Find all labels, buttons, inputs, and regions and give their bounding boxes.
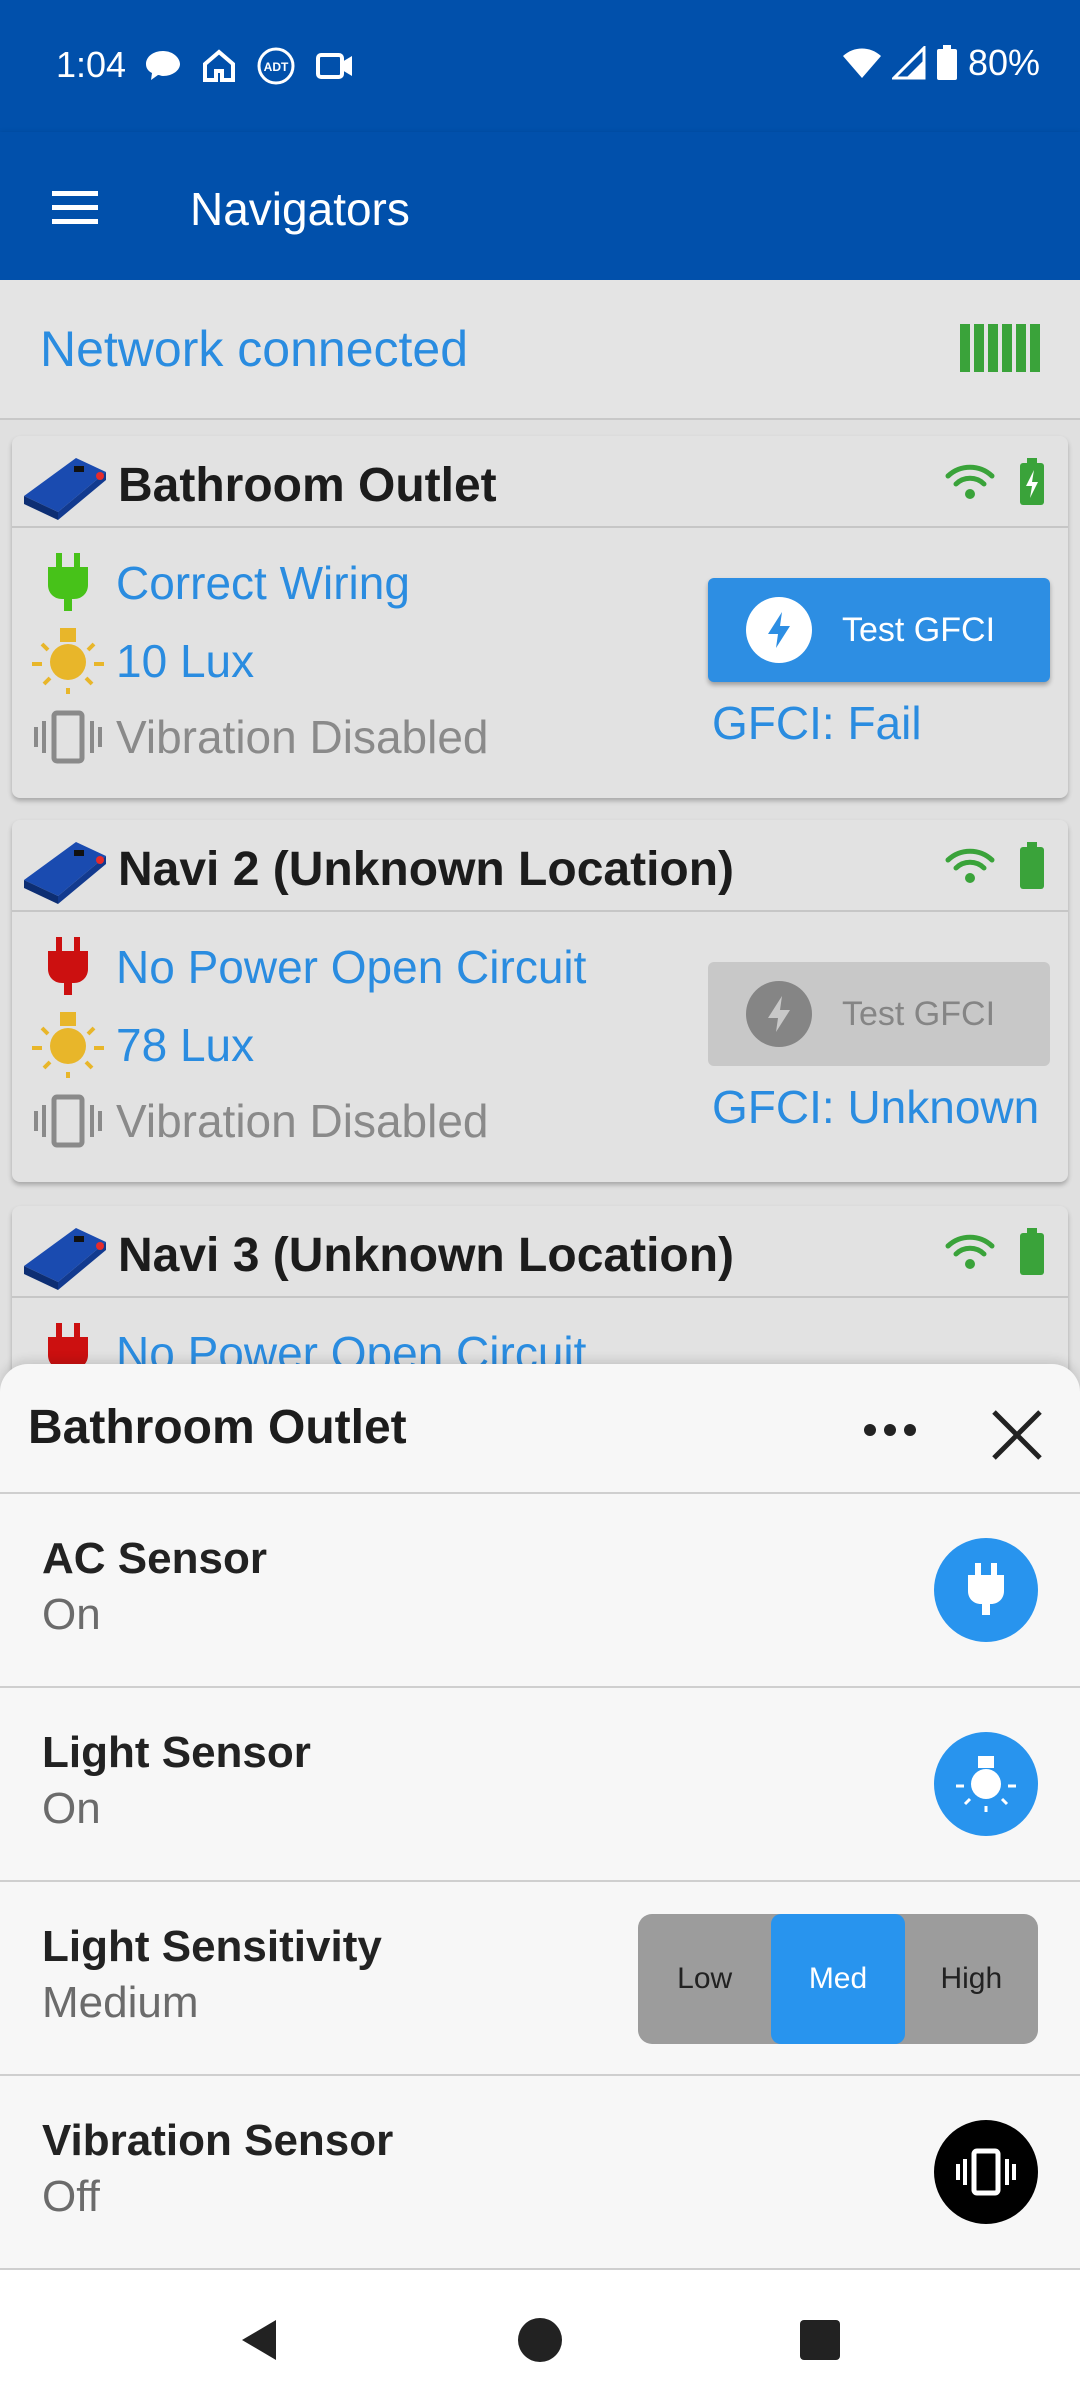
lightning-icon: [746, 597, 812, 663]
vibration-icon: [956, 2148, 1016, 2196]
network-status-banner: Network connected: [0, 280, 1080, 420]
status-time: 1:04: [56, 44, 127, 85]
vibration-icon: [28, 702, 108, 772]
wiring-status: No Power Open Circuit: [28, 932, 586, 1002]
signal-bars-icon: [960, 324, 1040, 372]
sensitivity-option-high[interactable]: High: [905, 1914, 1038, 2044]
status-bar: 1:04 ADT 80%: [0, 0, 1080, 132]
adt-icon: ADT: [257, 47, 295, 85]
page-title: Navigators: [190, 183, 410, 235]
cell-signal-icon: [891, 46, 926, 80]
svg-text:ADT: ADT: [264, 60, 289, 74]
wifi-icon: [842, 48, 881, 78]
device-settings-sheet: Bathroom Outlet AC Sensor On Light Senso…: [0, 1364, 1080, 2270]
light-sensitivity-row: Light Sensitivity Medium Low Med High: [0, 1882, 1080, 2076]
battery-charging-icon: [1020, 458, 1044, 505]
device-card-header: Bathroom Outlet: [12, 436, 1068, 528]
lux-reading: 10 Lux: [28, 626, 254, 696]
device-card-header: Navi 2 (Unknown Location): [12, 820, 1068, 912]
ac-sensor-row: AC Sensor On: [0, 1494, 1080, 1688]
sheet-title: Bathroom Outlet: [28, 1401, 407, 1454]
gfci-status: GFCI: Fail: [712, 697, 922, 749]
device-name: Navi 3 (Unknown Location): [118, 1229, 735, 1282]
wifi-icon: [945, 848, 995, 883]
lux-reading: 78 Lux: [28, 1010, 254, 1080]
plug-icon: [28, 932, 108, 1002]
light-sensor-row: Light Sensor On: [0, 1688, 1080, 1882]
device-card[interactable]: Navi 2 (Unknown Location) No Power Open …: [12, 820, 1068, 1182]
battery-percent: 80%: [967, 42, 1040, 83]
wifi-icon: [945, 1234, 995, 1269]
sensitivity-option-low[interactable]: Low: [638, 1914, 771, 2044]
light-sensitivity-selector: Low Med High: [638, 1914, 1038, 2044]
outlet-device-icon: [24, 842, 106, 904]
device-name: Navi 2 (Unknown Location): [118, 843, 735, 896]
camera-icon: [316, 53, 352, 79]
plug-icon: [968, 1563, 1004, 1615]
app-bar: Navigators: [0, 132, 1080, 280]
hamburger-menu-icon[interactable]: [40, 172, 110, 242]
battery-icon: [936, 45, 957, 80]
vibration-icon: [28, 1086, 108, 1156]
recents-icon[interactable]: [780, 2300, 860, 2380]
notification-icons: ADT: [144, 46, 354, 86]
back-icon[interactable]: [220, 2300, 300, 2380]
battery-full-icon: [1020, 842, 1044, 889]
more-options-icon[interactable]: [850, 1400, 930, 1460]
ac-sensor-toggle[interactable]: [934, 1538, 1038, 1642]
outlet-device-icon: [24, 1228, 106, 1290]
outlet-device-icon: [24, 458, 106, 520]
device-name: Bathroom Outlet: [118, 459, 497, 512]
network-status-text: Network connected: [40, 321, 469, 377]
wiring-status: Correct Wiring: [28, 548, 410, 618]
home-button-icon[interactable]: [500, 2300, 580, 2380]
light-bulb-icon: [956, 1756, 1016, 1812]
light-bulb-icon: [28, 1010, 108, 1080]
light-sensor-toggle[interactable]: [934, 1732, 1038, 1836]
sheet-header: Bathroom Outlet: [0, 1364, 1080, 1494]
vibration-sensor-row: Vibration Sensor Off: [0, 2076, 1080, 2270]
system-nav-bar: [0, 2270, 1080, 2400]
light-bulb-icon: [28, 626, 108, 696]
test-gfci-button[interactable]: Test GFCI: [708, 962, 1050, 1066]
vibration-status: Vibration Disabled: [28, 1086, 489, 1156]
gfci-status: GFCI: Unknown: [712, 1081, 1040, 1133]
vibration-status: Vibration Disabled: [28, 702, 489, 772]
test-gfci-button[interactable]: Test GFCI: [708, 578, 1050, 682]
plug-icon: [28, 548, 108, 618]
vibration-sensor-toggle[interactable]: [934, 2120, 1038, 2224]
home-icon: [203, 49, 235, 82]
chat-bubble-icon: [146, 51, 180, 80]
wifi-icon: [945, 464, 995, 499]
system-icons: 80%: [842, 42, 1040, 84]
device-card-header: Navi 3 (Unknown Location): [12, 1206, 1068, 1298]
close-icon[interactable]: [982, 1400, 1052, 1470]
sensitivity-option-med[interactable]: Med: [771, 1914, 905, 2044]
battery-full-icon: [1020, 1228, 1044, 1275]
device-card[interactable]: Bathroom Outlet Correct Wiring 10 Lux Vi…: [12, 436, 1068, 798]
lightning-icon: [746, 981, 812, 1047]
